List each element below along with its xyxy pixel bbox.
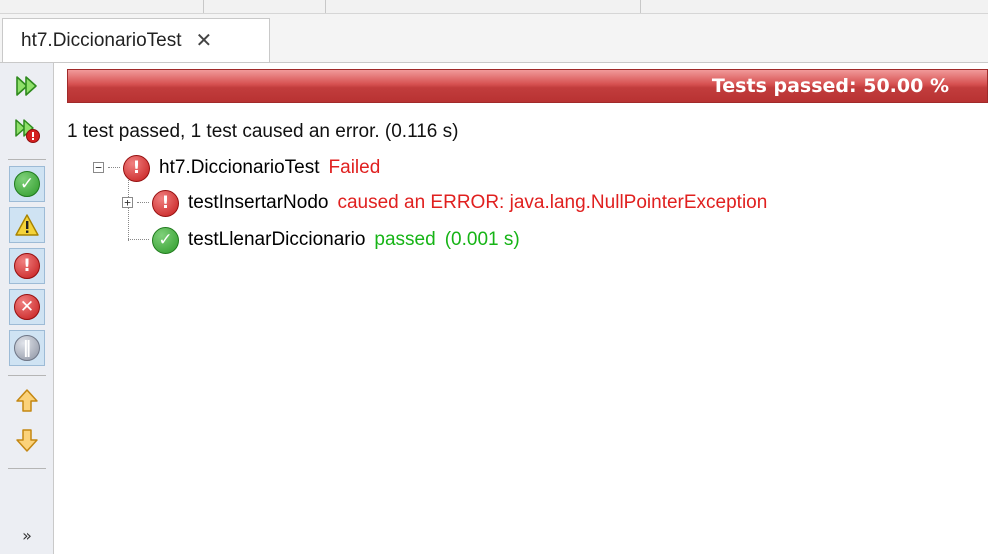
rerun-failed-button[interactable] xyxy=(9,112,45,148)
rerun-button[interactable] xyxy=(9,68,45,104)
toolbar-separator xyxy=(8,468,46,469)
toolbar-separator xyxy=(8,159,46,160)
error-icon: ! xyxy=(123,155,150,182)
tab-test-results[interactable]: ht7.DiccionarioTest ✕ xyxy=(2,18,270,62)
test-name: testLlenarDiccionario xyxy=(188,228,366,250)
tab-title: ht7.DiccionarioTest xyxy=(21,29,182,51)
passed-icon: ✓ xyxy=(152,227,179,254)
arrow-down-icon xyxy=(16,429,38,452)
test-time: (0.001 s) xyxy=(444,228,520,250)
show-warnings-icon xyxy=(15,214,39,236)
strip-separator xyxy=(203,0,204,13)
show-warnings-button[interactable] xyxy=(9,207,45,243)
strip-separator xyxy=(325,0,326,13)
test-name: testInsertarNodo xyxy=(188,191,329,213)
more-button[interactable]: » xyxy=(0,518,54,554)
show-aborted-icon: ‖ xyxy=(14,335,40,361)
rerun-icon xyxy=(16,76,37,96)
show-passed-icon: ✓ xyxy=(14,171,40,197)
error-icon: ! xyxy=(152,190,179,217)
results-panel: Tests passed: 50.00 % 1 test passed, 1 t… xyxy=(55,63,988,554)
collapse-toggle[interactable]: − xyxy=(93,162,104,173)
progress-bar: Tests passed: 50.00 % xyxy=(67,69,988,103)
tree-connector xyxy=(108,167,120,168)
show-errors-icon: ✕ xyxy=(14,294,40,320)
tab-bar: ht7.DiccionarioTest ✕ xyxy=(0,14,988,63)
tree-item-testInsertarNodo[interactable]: + ! testInsertarNodo caused an ERROR: ja… xyxy=(122,190,768,217)
test-toolbar: ✓ ! ✕ ‖ » xyxy=(0,63,54,554)
strip-separator xyxy=(640,0,641,13)
test-status: caused an ERROR: java.lang.NullPointerEx… xyxy=(337,191,768,213)
show-aborted-button[interactable]: ‖ xyxy=(9,330,45,366)
test-status: passed xyxy=(374,228,436,250)
root-status: Failed xyxy=(328,156,381,178)
tree-connector xyxy=(137,202,149,203)
previous-failure-button[interactable] xyxy=(9,383,45,419)
root-name: ht7.DiccionarioTest xyxy=(159,156,320,178)
arrow-up-icon xyxy=(16,389,38,412)
toolbar-separator xyxy=(8,375,46,376)
progress-label: Tests passed: 50.00 % xyxy=(711,75,949,97)
tree-item-testLlenarDiccionario[interactable]: ✓ testLlenarDiccionario passed (0.001 s) xyxy=(128,227,520,254)
rerun-failed-icon xyxy=(15,119,40,143)
tree-connector xyxy=(128,239,149,240)
show-failures-button[interactable]: ! xyxy=(9,248,45,284)
show-failures-icon: ! xyxy=(14,253,40,279)
close-icon[interactable]: ✕ xyxy=(196,28,213,53)
expand-toggle[interactable]: + xyxy=(122,197,133,208)
top-strip xyxy=(0,0,988,14)
summary-text: 1 test passed, 1 test caused an error. (… xyxy=(67,121,459,142)
show-passed-button[interactable]: ✓ xyxy=(9,166,45,202)
next-failure-button[interactable] xyxy=(9,422,45,458)
tree-root[interactable]: − ! ht7.DiccionarioTest Failed xyxy=(93,155,381,182)
show-errors-button[interactable]: ✕ xyxy=(9,289,45,325)
